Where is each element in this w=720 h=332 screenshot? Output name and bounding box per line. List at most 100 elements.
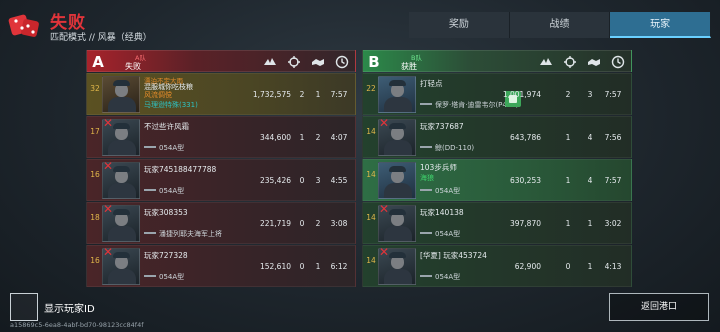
player-damage: 630,253 [509, 176, 541, 185]
return-to-port-button[interactable]: 返回港口 [609, 293, 709, 321]
player-row[interactable]: 16 ✕ 玩家727328 054A型 152,610 0 1 6:12 [86, 245, 356, 287]
player-time: 7:57 [604, 176, 622, 185]
player-level: 14 [366, 256, 376, 265]
player-ship: 潘捷列耶夫海军上将 [144, 229, 222, 239]
player-kills: 1 [565, 133, 571, 142]
result-header: 失败 匹配模式 // 风暴（经典） [8, 8, 288, 44]
player-title: 海狼 [420, 174, 434, 182]
destroyed-icon: ✕ [103, 202, 114, 216]
player-time: 7:57 [330, 90, 348, 99]
column-icons [263, 55, 349, 69]
player-assists: 1 [315, 262, 321, 271]
player-time: 3:08 [330, 219, 348, 228]
player-ship: 054A型 [144, 143, 184, 153]
time-icon [335, 55, 349, 69]
tab-bar: 奖励 战绩 玩家 [409, 12, 712, 38]
avatar [102, 76, 140, 113]
player-assists: 2 [315, 133, 321, 142]
player-damage: 1,001,974 [502, 90, 541, 99]
kills-icon [288, 56, 300, 68]
player-level: 14 [366, 213, 376, 222]
player-row[interactable]: 32 漂泊不定大雨 混服城你吃枝粮 风流倜傥 马理逊特殊(331) 1,732,… [86, 73, 356, 115]
team-b-panel: B B队 获胜 22 打轻点 保罗·塔肯·迪雷韦尔(P430) 1,001,97… [362, 50, 632, 287]
show-player-id-label: 显示玩家ID [44, 304, 95, 315]
player-name: 玩家727328 [144, 251, 188, 260]
player-time: 4:13 [604, 262, 622, 271]
player-time: 4:07 [330, 133, 348, 142]
player-ship: 054A型 [144, 272, 184, 282]
player-kills: 1 [565, 219, 571, 228]
player-ship: 054A型 [144, 186, 184, 196]
team-b-header: B B队 获胜 [362, 50, 632, 72]
tab-record[interactable]: 战绩 [509, 12, 611, 38]
match-id: a15869c5-6ea8-4abf-bd70-98123cc84f4f [10, 321, 144, 329]
player-kills: 2 [299, 90, 305, 99]
player-damage: 62,900 [514, 262, 541, 271]
player-level: 32 [90, 84, 100, 93]
time-icon [611, 55, 625, 69]
player-time: 4:55 [330, 176, 348, 185]
player-name: 玩家737687 [420, 122, 464, 131]
team-a-panel: A A队 失败 32 漂泊不定大雨 混服城你吃枝粮 风流倜傥 马理逊特殊(331… [86, 50, 356, 287]
player-row[interactable]: 18 ✕ 玩家308353 潘捷列耶夫海军上将 221,719 0 2 3:08 [86, 202, 356, 244]
player-assists: 4 [587, 176, 593, 185]
damage-icon [540, 58, 552, 65]
player-ship: 马理逊特殊(331) [144, 101, 198, 109]
player-damage: 344,600 [259, 133, 291, 142]
player-level: 18 [90, 213, 100, 222]
player-name: 玩家140138 [420, 208, 464, 217]
player-kills: 0 [565, 262, 571, 271]
player-row[interactable]: 14 ✕ [华夏] 玩家453724 054A型 62,900 0 1 4:13 [362, 245, 632, 287]
damage-icon [264, 58, 276, 65]
player-assists: 3 [587, 90, 593, 99]
avatar [378, 76, 416, 113]
player-row[interactable]: 17 ✕ 不过些许风霜 054A型 344,600 1 2 4:07 [86, 116, 356, 158]
player-assists: 2 [315, 219, 321, 228]
destroyed-icon: ✕ [103, 116, 114, 130]
destroyed-icon: ✕ [379, 202, 390, 216]
player-ship: 054A型 [420, 186, 460, 196]
destroyed-icon: ✕ [103, 159, 114, 173]
player-name: 不过些许风霜 [144, 122, 189, 131]
player-damage: 643,786 [509, 133, 541, 142]
player-name: 打轻点 [420, 79, 443, 88]
player-kills: 2 [565, 90, 571, 99]
player-row[interactable]: 14 ✕ 玩家140138 054A型 397,870 1 1 3:02 [362, 202, 632, 244]
player-name: 玩家308353 [144, 208, 188, 217]
player-ship: 054A型 [420, 272, 460, 282]
player-kills: 0 [299, 219, 305, 228]
ship-icon [420, 274, 432, 280]
kills-icon [564, 56, 576, 68]
match-mode-subtitle: 匹配模式 // 风暴（经典） [50, 33, 152, 43]
player-row[interactable]: 14 ✕ 玩家737687 鲸(DD-110) 643,786 1 4 7:56 [362, 116, 632, 158]
tab-players[interactable]: 玩家 [610, 12, 712, 38]
show-player-id-checkbox[interactable] [10, 293, 38, 321]
player-damage: 152,610 [259, 262, 291, 271]
player-damage: 221,719 [259, 219, 291, 228]
player-title: 风流倜傥 [144, 91, 172, 99]
ship-icon [420, 231, 432, 237]
player-kills: 0 [299, 262, 305, 271]
player-assists: 1 [587, 219, 593, 228]
player-name: 103步兵师 [420, 163, 457, 172]
team-a-header: A A队 失败 [86, 50, 356, 72]
ship-icon [144, 274, 156, 280]
player-damage: 235,426 [259, 176, 291, 185]
player-ship: 鲸(DD-110) [420, 143, 474, 153]
dice-icon [8, 14, 39, 37]
player-name: 玩家745188477788 [144, 165, 217, 174]
player-kills: 1 [299, 133, 305, 142]
player-kills: 1 [565, 176, 571, 185]
player-level: 17 [90, 127, 100, 136]
tab-rewards[interactable]: 奖励 [409, 12, 510, 38]
player-row[interactable]: 14 103步兵师 海狼 054A型 630,253 1 4 7:57 [362, 159, 632, 201]
destroyed-icon: ✕ [379, 245, 390, 259]
player-ship: 054A型 [420, 229, 460, 239]
player-level: 22 [366, 84, 376, 93]
player-row[interactable]: 16 ✕ 玩家745188477788 054A型 235,426 0 3 4:… [86, 159, 356, 201]
player-row[interactable]: 22 打轻点 保罗·塔肯·迪雷韦尔(P430) 1,001,974 2 3 7:… [362, 73, 632, 115]
ship-icon [144, 145, 156, 151]
destroyed-icon: ✕ [379, 116, 390, 130]
player-level: 16 [90, 170, 100, 179]
column-icons [539, 55, 625, 69]
